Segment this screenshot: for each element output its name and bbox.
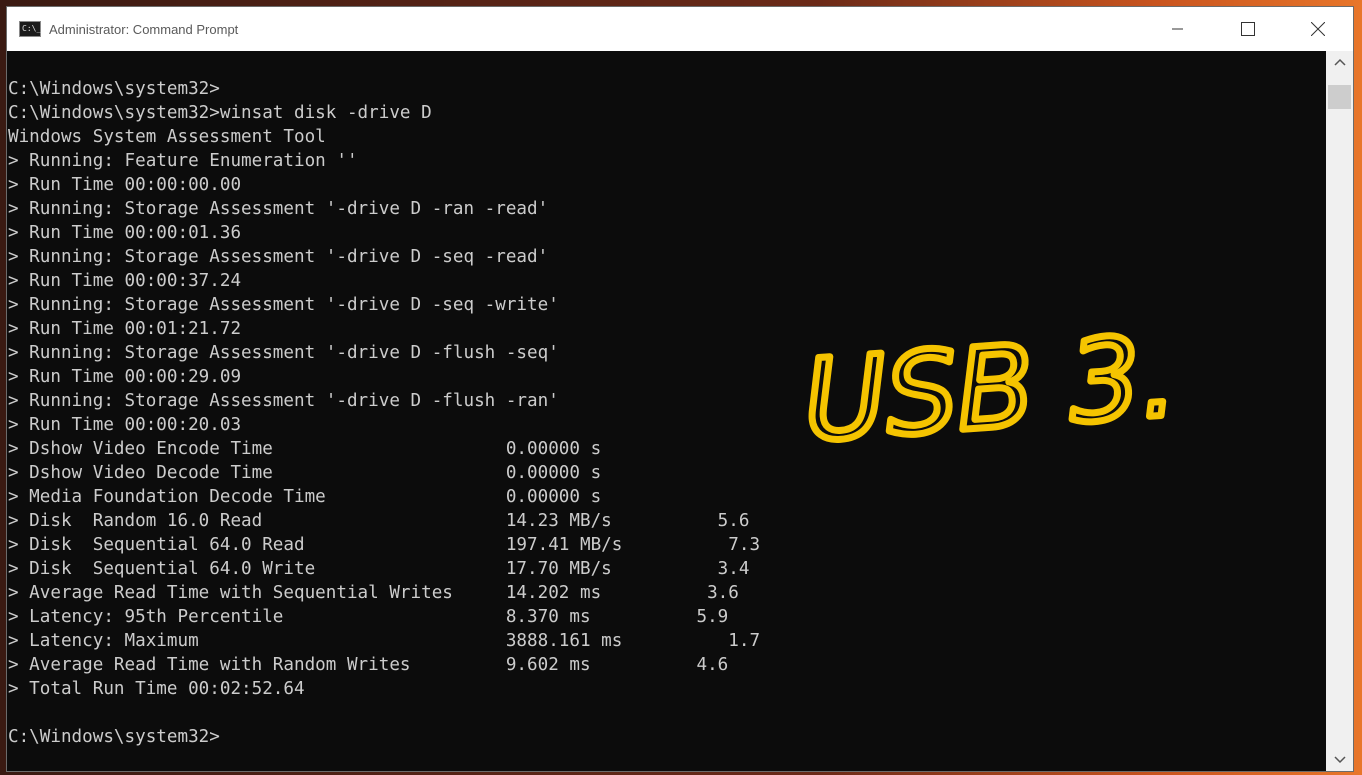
console-line: > Dshow Video Encode Time 0.00000 s bbox=[8, 439, 602, 459]
console-line: > Running: Storage Assessment '-drive D … bbox=[8, 199, 549, 219]
close-button[interactable] bbox=[1283, 7, 1353, 51]
maximize-button[interactable] bbox=[1213, 7, 1283, 51]
console-line: > Run Time 00:00:00.00 bbox=[8, 175, 242, 195]
chevron-down-icon bbox=[1333, 756, 1346, 764]
window-title: Administrator: Command Prompt bbox=[49, 21, 239, 37]
console-line: > Running: Storage Assessment '-drive D … bbox=[8, 343, 559, 363]
minimize-button[interactable] bbox=[1143, 7, 1213, 51]
console-line: > Disk Random 16.0 Read 14.23 MB/s 5.6 bbox=[8, 511, 750, 531]
console-line: C:\Windows\system32> bbox=[8, 79, 220, 99]
console-line: > Latency: Maximum 3888.161 ms 1.7 bbox=[8, 631, 761, 651]
chevron-up-icon bbox=[1333, 58, 1346, 66]
console-line: > Run Time 00:01:21.72 bbox=[8, 319, 242, 339]
maximize-icon bbox=[1241, 22, 1255, 36]
close-icon bbox=[1311, 22, 1325, 36]
console-line: > Run Time 00:00:01.36 bbox=[8, 223, 242, 243]
console-line: > Media Foundation Decode Time 0.00000 s bbox=[8, 487, 602, 507]
console-line: > Running: Storage Assessment '-drive D … bbox=[8, 295, 559, 315]
console-line: > Disk Sequential 64.0 Read 197.41 MB/s … bbox=[8, 535, 761, 555]
console-line: > Running: Storage Assessment '-drive D … bbox=[8, 391, 559, 411]
console-line: > Dshow Video Decode Time 0.00000 s bbox=[8, 463, 602, 483]
console-line: Windows System Assessment Tool bbox=[8, 127, 326, 147]
console-line: > Running: Feature Enumeration '' bbox=[8, 151, 358, 171]
console-app-icon: C:\_ bbox=[19, 21, 41, 37]
console-line: > Disk Sequential 64.0 Write 17.70 MB/s … bbox=[8, 559, 750, 579]
console-line: > Run Time 00:00:29.09 bbox=[8, 367, 242, 387]
console-line: C:\Windows\system32>winsat disk -drive D bbox=[8, 103, 432, 123]
title-bar[interactable]: C:\_ Administrator: Command Prompt bbox=[7, 7, 1353, 51]
scroll-thumb[interactable] bbox=[1328, 85, 1351, 109]
console-line: C:\Windows\system32> bbox=[8, 727, 220, 747]
console-line: > Average Read Time with Sequential Writ… bbox=[8, 583, 739, 603]
console-line: > Run Time 00:00:37.24 bbox=[8, 271, 242, 291]
console-line: > Running: Storage Assessment '-drive D … bbox=[8, 247, 549, 267]
scroll-up-button[interactable] bbox=[1326, 51, 1353, 73]
minimize-icon bbox=[1172, 28, 1183, 30]
console-line: > Latency: 95th Percentile 8.370 ms 5.9 bbox=[8, 607, 729, 627]
scroll-down-button[interactable] bbox=[1326, 749, 1353, 771]
console-line: > Run Time 00:00:20.03 bbox=[8, 415, 242, 435]
usb-annotation-text: USB 3.0 bbox=[800, 310, 1170, 450]
console-line: > Total Run Time 00:02:52.64 bbox=[8, 679, 305, 699]
window-controls bbox=[1143, 7, 1353, 51]
usb-annotation: USB 3.0 bbox=[800, 310, 1170, 450]
vertical-scrollbar[interactable] bbox=[1326, 51, 1353, 771]
console-line: > Average Read Time with Random Writes 9… bbox=[8, 655, 729, 675]
